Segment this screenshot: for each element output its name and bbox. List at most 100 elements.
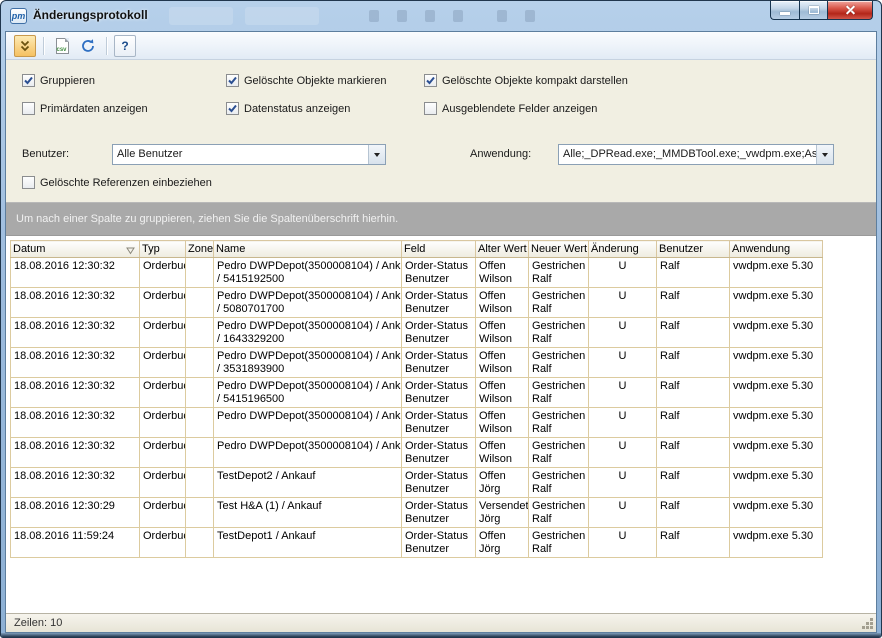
checkbox-label: Gelöschte Objekte markieren	[244, 75, 386, 87]
benutzer-combobox[interactable]: Alle Benutzer	[112, 144, 386, 165]
csv-export-icon: csv	[56, 38, 69, 54]
resize-grip[interactable]	[861, 617, 874, 630]
column-header-label: Anwendung	[732, 243, 790, 255]
column-header-anwendung[interactable]: Anwendung	[730, 241, 823, 258]
refresh-button[interactable]	[77, 35, 99, 57]
column-header-name[interactable]: Name	[214, 241, 402, 258]
row-count: Zeilen: 10	[14, 617, 62, 629]
close-icon	[845, 5, 856, 16]
cell-anwendung: vwdpm.exe 5.30	[730, 378, 823, 408]
cell-datum: 18.08.2016 12:30:32	[11, 318, 140, 348]
cell-benutzer: Ralf	[657, 468, 730, 498]
table-row[interactable]: 18.08.2016 11:59:24OrderbuchTestDepot1 /…	[11, 528, 823, 558]
cell-zone	[186, 258, 214, 288]
cell-benutzer: Ralf	[657, 438, 730, 468]
table-row[interactable]: 18.08.2016 12:30:32OrderbuchPedro DWPDep…	[11, 408, 823, 438]
cell-anwendung: vwdpm.exe 5.30	[730, 288, 823, 318]
column-header-label: Alter Wert	[478, 243, 527, 255]
cell-benutzer: Ralf	[657, 378, 730, 408]
column-header-neuer-wert[interactable]: Neuer Wert	[529, 241, 589, 258]
cell-anwendung: vwdpm.exe 5.30	[730, 468, 823, 498]
table-row[interactable]: 18.08.2016 12:30:32OrderbuchPedro DWPDep…	[11, 288, 823, 318]
cell-typ: Orderbuch	[140, 438, 186, 468]
group-by-bar[interactable]: Um nach einer Spalte zu gruppieren, zieh…	[6, 202, 876, 236]
column-header-feld[interactable]: Feld	[402, 241, 476, 258]
cell-anwendung: vwdpm.exe 5.30	[730, 318, 823, 348]
cell-zone	[186, 528, 214, 558]
cell-benutzer: Ralf	[657, 528, 730, 558]
window-controls	[770, 1, 873, 20]
checkbox-label: Ausgeblendete Felder anzeigen	[442, 103, 597, 115]
cell-datum: 18.08.2016 12:30:29	[11, 498, 140, 528]
cell-alter: Offen Jörg	[476, 468, 529, 498]
table-row[interactable]: 18.08.2016 12:30:32OrderbuchPedro DWPDep…	[11, 258, 823, 288]
cell-neuer: Gestrichen Ralf	[529, 348, 589, 378]
cell-zone	[186, 348, 214, 378]
checkbox-datenstatus[interactable]: Datenstatus anzeigen	[226, 102, 350, 115]
checkbox-label: Primärdaten anzeigen	[40, 103, 148, 115]
app-icon-text: pm	[12, 11, 26, 21]
checkbox-gruppieren[interactable]: Gruppieren	[22, 74, 95, 87]
column-header-datum[interactable]: Datum	[11, 241, 140, 258]
cell-datum: 18.08.2016 12:30:32	[11, 468, 140, 498]
cell-benutzer: Ralf	[657, 408, 730, 438]
checkbox-label: Gruppieren	[40, 75, 95, 87]
column-header-alter-wert[interactable]: Alter Wert	[476, 241, 529, 258]
column-header-zone[interactable]: Zone	[186, 241, 214, 258]
cell-neuer: Gestrichen Ralf	[529, 378, 589, 408]
cell-name: Pedro DWPDepot(3500008104) / Ankauf / 16…	[214, 318, 402, 348]
cell-aenderung: U	[589, 348, 657, 378]
cell-zone	[186, 408, 214, 438]
csv-export-button[interactable]: csv	[51, 35, 73, 57]
checkbox-ausgeblendete-felder[interactable]: Ausgeblendete Felder anzeigen	[424, 102, 597, 115]
table-row[interactable]: 18.08.2016 12:30:32OrderbuchTestDepot2 /…	[11, 468, 823, 498]
cell-name: Pedro DWPDepot(3500008104) / Ankauf / 54…	[214, 258, 402, 288]
toolbar: csv ?	[6, 32, 876, 60]
cell-name: Pedro DWPDepot(3500008104) / Ankauf	[214, 438, 402, 468]
column-header-benutzer[interactable]: Benutzer	[657, 241, 730, 258]
column-header-label: Änderung	[591, 243, 639, 255]
cell-zone	[186, 318, 214, 348]
app-window: pm Änderungsprotokoll csv	[0, 0, 882, 638]
table-row[interactable]: 18.08.2016 12:30:32OrderbuchPedro DWPDep…	[11, 378, 823, 408]
table-row[interactable]: 18.08.2016 12:30:32OrderbuchPedro DWPDep…	[11, 438, 823, 468]
cell-typ: Orderbuch	[140, 348, 186, 378]
cell-datum: 18.08.2016 11:59:24	[11, 528, 140, 558]
cell-zone	[186, 438, 214, 468]
cell-anwendung: vwdpm.exe 5.30	[730, 498, 823, 528]
table-row[interactable]: 18.08.2016 12:30:29OrderbuchTest H&A (1)…	[11, 498, 823, 528]
csv-label: csv	[57, 47, 67, 53]
table-row[interactable]: 18.08.2016 12:30:32OrderbuchPedro DWPDep…	[11, 318, 823, 348]
benutzer-label: Benutzer:	[22, 148, 69, 160]
checkbox-geloeschte-objekte-markieren[interactable]: Gelöschte Objekte markieren	[226, 74, 386, 87]
close-button[interactable]	[827, 1, 873, 20]
table-row[interactable]: 18.08.2016 12:30:32OrderbuchPedro DWPDep…	[11, 348, 823, 378]
cell-aenderung: U	[589, 498, 657, 528]
cell-feld: Order-Status Benutzer	[402, 258, 476, 288]
cell-anwendung: vwdpm.exe 5.30	[730, 528, 823, 558]
column-header-label: Benutzer	[659, 243, 703, 255]
anwendung-combobox[interactable]: Alle;_DPRead.exe;_MMDBTool.exe;_vwdpm.ex…	[558, 144, 834, 165]
cell-name: Pedro DWPDepot(3500008104) / Ankauf	[214, 408, 402, 438]
cell-datum: 18.08.2016 12:30:32	[11, 288, 140, 318]
column-header-typ[interactable]: Typ	[140, 241, 186, 258]
glass-reflection	[525, 10, 535, 22]
collapse-panel-button[interactable]	[14, 35, 36, 57]
maximize-button[interactable]	[799, 1, 827, 20]
cell-name: Pedro DWPDepot(3500008104) / Ankauf / 54…	[214, 378, 402, 408]
chevron-down-icon[interactable]	[368, 145, 385, 164]
checkbox-box	[424, 74, 437, 87]
checkbox-box	[22, 74, 35, 87]
checkbox-primaerdaten[interactable]: Primärdaten anzeigen	[22, 102, 148, 115]
minimize-button[interactable]	[770, 1, 799, 20]
checkbox-geloeschte-referenzen[interactable]: Gelöschte Referenzen einbeziehen	[22, 176, 212, 189]
titlebar[interactable]: pm Änderungsprotokoll	[1, 1, 881, 31]
cell-neuer: Gestrichen Ralf	[529, 318, 589, 348]
column-header-aenderung[interactable]: Änderung	[589, 241, 657, 258]
chevron-down-icon[interactable]	[816, 145, 833, 164]
cell-typ: Orderbuch	[140, 528, 186, 558]
minimize-icon	[780, 12, 790, 15]
checkbox-geloeschte-objekte-kompakt[interactable]: Gelöschte Objekte kompakt darstellen	[424, 74, 628, 87]
cell-alter: Offen Wilson	[476, 408, 529, 438]
help-button[interactable]: ?	[114, 35, 136, 57]
